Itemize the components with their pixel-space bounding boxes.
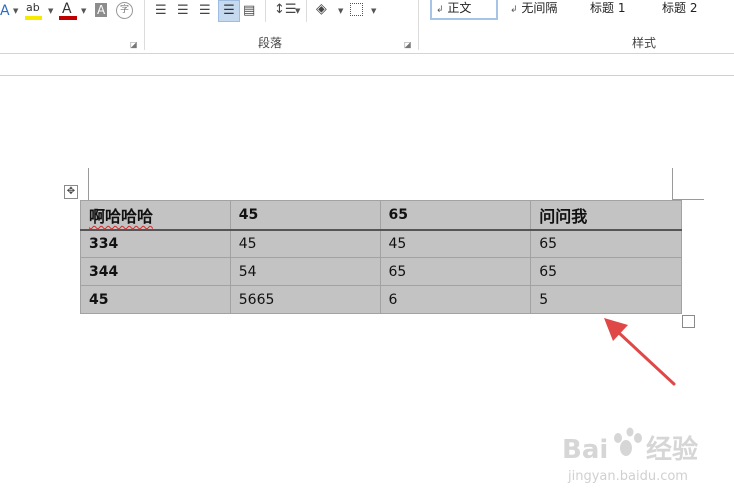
table-cell[interactable]: 65 <box>379 200 532 231</box>
margin-marker <box>672 168 673 200</box>
arrow-shaft <box>616 330 676 386</box>
style-heading-2[interactable]: 标题 2 <box>658 0 728 20</box>
chevron-down-icon[interactable]: ▼ <box>295 8 300 15</box>
table-cell[interactable]: 45 <box>229 200 381 231</box>
table-cell[interactable]: 啊哈哈哈 <box>80 200 231 231</box>
group-separator <box>418 0 419 50</box>
group-separator <box>265 0 266 22</box>
table-cell[interactable]: 65 <box>530 229 682 258</box>
chevron-down-icon[interactable]: ▼ <box>338 8 343 15</box>
table-cell[interactable]: 5665 <box>229 285 381 314</box>
ribbon: A ▼ ab ▼ A ▼ A 字 ◪ ☰ ☰ ☰ ☰ ▤ ↕☰ ▼ ◈ ▼ ▼ … <box>0 0 734 54</box>
margin-marker <box>88 168 89 200</box>
styles-group-label: 样式 <box>632 36 657 50</box>
chevron-down-icon[interactable]: ▼ <box>13 8 18 15</box>
table-move-handle-icon[interactable]: ✥ <box>64 185 78 199</box>
style-label: 标题 2 <box>662 1 698 15</box>
table-cell[interactable]: 6 <box>379 285 532 314</box>
style-normal[interactable]: ↲ 正文 <box>430 0 498 20</box>
table-cell[interactable]: 问问我 <box>530 200 682 231</box>
table-cell[interactable]: 65 <box>530 257 682 286</box>
cell-text: 啊哈哈哈 <box>89 206 154 226</box>
watermark-logo: Bai 经验 jingyan.baidu.com <box>562 427 698 484</box>
character-shading-icon[interactable]: A <box>95 3 108 17</box>
paragraph-group-label: 段落 <box>258 36 283 50</box>
table-row: 334 45 45 65 <box>80 229 682 258</box>
style-label: 标题 1 <box>590 1 626 15</box>
table-cell[interactable]: 344 <box>80 257 231 286</box>
ruler-divider <box>0 75 734 76</box>
dialog-launcher-icon[interactable]: ◪ <box>404 40 412 49</box>
style-no-spacing[interactable]: ↲ 无间隔 <box>506 0 582 20</box>
chevron-down-icon[interactable]: ▼ <box>371 8 376 15</box>
style-label: 正文 <box>447 1 472 15</box>
style-label: 无间隔 <box>521 1 558 15</box>
chevron-down-icon[interactable]: ▼ <box>81 8 86 15</box>
table-cell[interactable]: 65 <box>379 257 532 286</box>
data-table: 啊哈哈哈 45 65 问问我 334 45 45 65 344 54 65 65… <box>80 200 682 314</box>
table-cell[interactable]: 334 <box>80 229 231 258</box>
align-right-icon[interactable]: ☰ <box>199 4 211 17</box>
table-row: 45 5665 6 5 <box>80 285 682 314</box>
highlight-icon[interactable]: ab <box>26 2 40 13</box>
table-cell[interactable]: 45 <box>229 229 381 258</box>
distributed-icon[interactable]: ▤ <box>243 4 255 17</box>
borders-icon[interactable] <box>350 3 363 16</box>
table-resize-handle[interactable] <box>682 315 695 328</box>
watermark-brand-2: 经验 <box>646 434 698 465</box>
chevron-down-icon[interactable]: ▼ <box>48 8 53 15</box>
font-color-bar <box>59 16 77 20</box>
paragraph-mark-icon: ↲ <box>436 5 444 15</box>
watermark-brand: Bai <box>562 435 608 465</box>
group-separator <box>144 0 145 50</box>
dialog-launcher-icon[interactable]: ◪ <box>130 40 138 49</box>
shading-icon[interactable]: ◈ <box>316 2 327 16</box>
annotation-arrow <box>604 318 676 386</box>
table-cell[interactable]: 54 <box>229 257 381 286</box>
font-color-icon[interactable]: A <box>62 2 72 16</box>
align-center-icon[interactable]: ☰ <box>177 4 189 17</box>
line-spacing-icon[interactable]: ↕☰ <box>274 3 297 16</box>
table-header-row: 啊哈哈哈 45 65 问问我 <box>80 200 682 231</box>
group-separator <box>306 0 307 22</box>
paw-icon <box>614 427 642 456</box>
style-heading-1[interactable]: 标题 1 <box>586 0 656 20</box>
table-cell[interactable]: 45 <box>379 229 532 258</box>
highlight-color-bar <box>25 16 42 20</box>
table-row: 344 54 65 65 <box>80 257 682 286</box>
watermark-url: jingyan.baidu.com <box>567 469 688 484</box>
enclosed-character-icon[interactable]: 字 <box>116 2 133 19</box>
table-cell[interactable]: 5 <box>530 285 682 314</box>
align-left-icon[interactable]: ☰ <box>155 4 167 17</box>
table-cell[interactable]: 45 <box>80 285 231 314</box>
justify-icon[interactable]: ☰ <box>218 0 240 22</box>
paragraph-mark-icon: ↲ <box>510 5 518 15</box>
text-effects-icon[interactable]: A <box>0 4 10 18</box>
